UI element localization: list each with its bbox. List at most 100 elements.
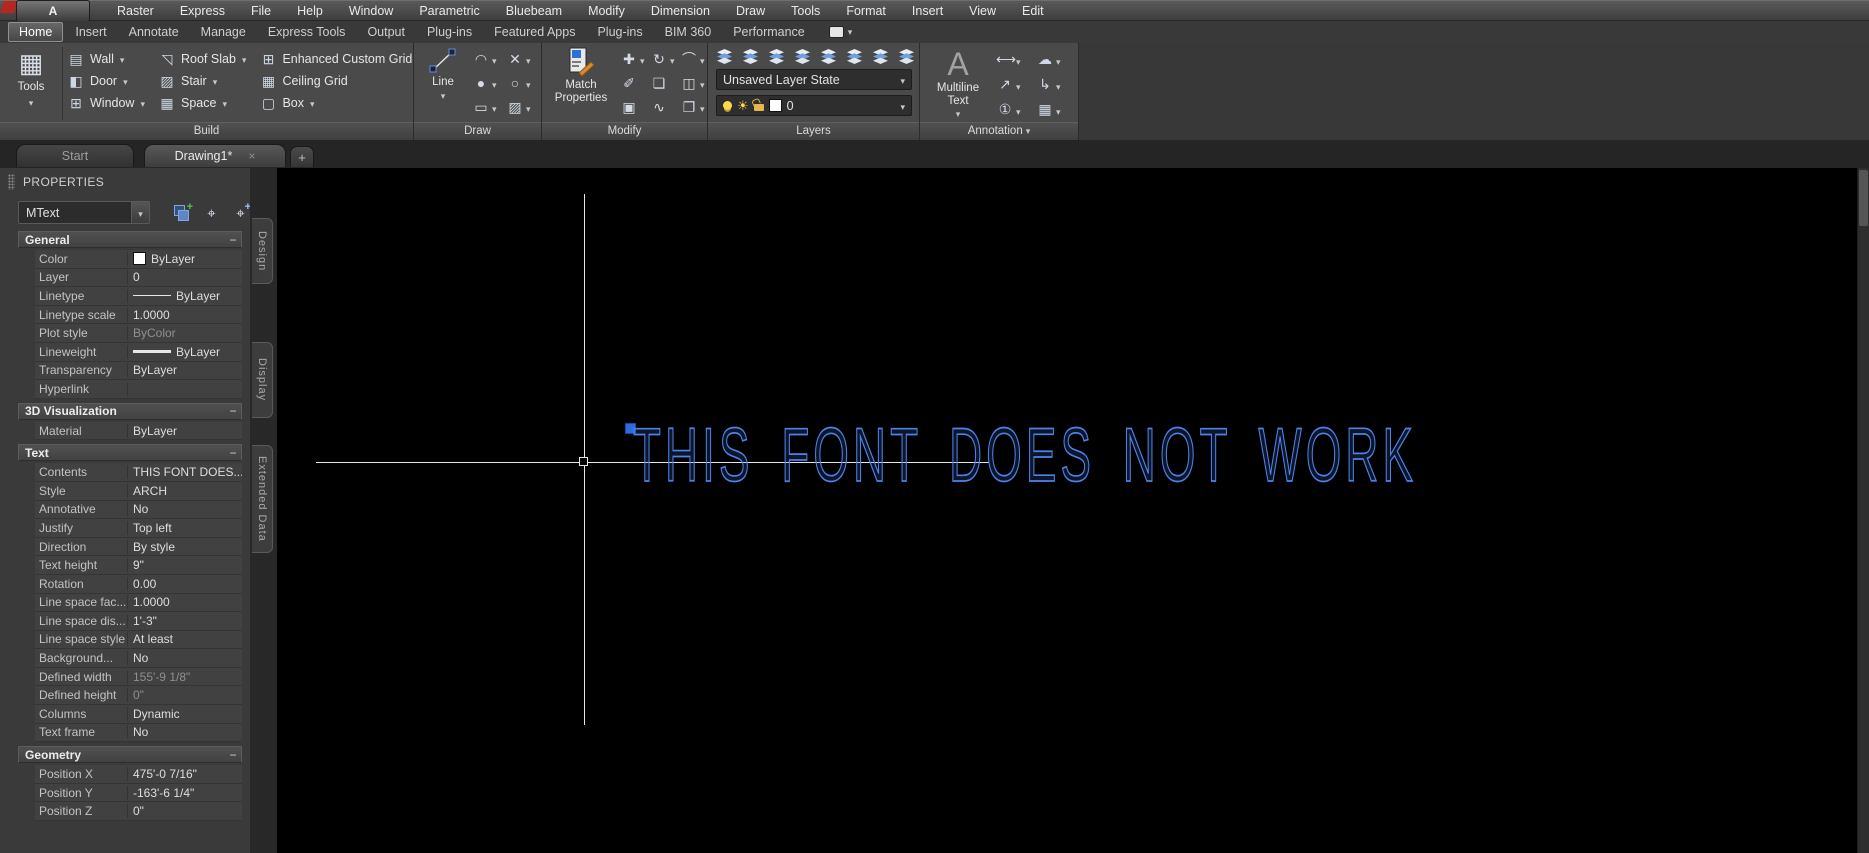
panel-label-modify[interactable]: Modify <box>542 122 707 140</box>
object-type-selector[interactable]: MText <box>18 201 150 224</box>
ribbon-tab-express-tools[interactable]: Express Tools <box>258 23 356 41</box>
circle-button[interactable]: ● <box>472 71 506 95</box>
panel-label-draw[interactable]: Draw <box>414 122 541 140</box>
property-value-text-frame[interactable]: No <box>128 725 242 739</box>
property-value-columns[interactable]: Dynamic <box>128 707 242 721</box>
drawing-canvas[interactable]: THIS FONT DOES NOT WORK <box>277 168 1857 853</box>
draw-order-button[interactable]: ❐ <box>680 95 710 119</box>
revision-cloud-button[interactable]: ☁ <box>1036 47 1076 72</box>
property-value-line-space-fac[interactable]: 1.0000 <box>128 595 242 609</box>
new-drawing-tab-button[interactable]: + <box>290 146 314 167</box>
quick-select-icon[interactable]: + <box>172 201 193 223</box>
property-value-position-y[interactable]: -163'-6 1/4" <box>128 786 242 800</box>
menu-item-format[interactable]: Format <box>833 1 899 21</box>
layer-state-combo[interactable]: Unsaved Layer State <box>716 69 912 90</box>
toggle-pickadd-icon[interactable]: ⌖ <box>201 203 222 223</box>
scrollbar-thumb[interactable] <box>1859 170 1868 226</box>
window-button[interactable]: ⊞ Window <box>68 92 145 114</box>
palette-grip-icon[interactable] <box>8 174 15 190</box>
property-value-material[interactable]: ByLayer <box>128 424 242 438</box>
ribbon-display-toggle-button[interactable] <box>828 26 853 38</box>
current-layer-combo[interactable]: 0 <box>716 95 912 116</box>
property-value-contents[interactable]: THIS FONT DOES... <box>128 465 242 479</box>
property-value-rotation[interactable]: 0.00 <box>128 577 242 591</box>
menu-item-tools[interactable]: Tools <box>778 1 833 21</box>
property-value-linetype-scale[interactable]: 1.0000 <box>128 308 242 322</box>
object-type-dropdown-button[interactable] <box>131 202 149 223</box>
palette-titlebar[interactable]: PROPERTIES <box>0 172 250 192</box>
ribbon-tab-home[interactable]: Home <box>8 22 64 42</box>
collapse-icon[interactable]: − <box>225 446 241 460</box>
property-value-justify[interactable]: Top left <box>128 521 242 535</box>
layer-match-icon[interactable] <box>846 48 863 64</box>
space-button[interactable]: ▦ Space <box>159 92 246 114</box>
canvas-scrollbar[interactable] <box>1857 168 1869 853</box>
property-value-defined-width[interactable]: 155'-9 1/8" <box>128 670 242 684</box>
layer-previous-icon[interactable] <box>872 48 889 64</box>
ribbon-tab-performance[interactable]: Performance <box>723 23 815 41</box>
mirror-button[interactable]: ◫ <box>680 71 710 95</box>
copy-button[interactable]: ❏ <box>650 71 680 95</box>
property-value-color[interactable]: ByLayer <box>128 252 242 266</box>
menu-item-bluebeam[interactable]: Bluebeam <box>493 1 575 21</box>
door-button[interactable]: ◧ Door <box>68 70 145 92</box>
collapse-icon[interactable]: − <box>225 404 241 418</box>
property-value-layer[interactable]: 0 <box>128 270 242 284</box>
tools-button[interactable]: ▦ Tools <box>6 48 56 122</box>
collapse-icon[interactable]: − <box>225 233 241 247</box>
menu-item-help[interactable]: Help <box>284 1 336 21</box>
layer-isolate-icon[interactable] <box>820 48 837 64</box>
wall-button[interactable]: ▤ Wall <box>68 48 145 70</box>
menu-item-draw[interactable]: Draw <box>723 1 778 21</box>
ceiling-grid-button[interactable]: ▦ Ceiling Grid <box>260 70 422 92</box>
stair-button[interactable]: ▨ Stair <box>159 70 246 92</box>
ribbon-tab-featured-apps[interactable]: Featured Apps <box>484 23 585 41</box>
menu-item-parametric[interactable]: Parametric <box>406 1 492 21</box>
menu-item-window[interactable]: Window <box>336 1 406 21</box>
mtext-object[interactable]: THIS FONT DOES NOT WORK <box>632 417 1417 495</box>
property-value-lineweight[interactable]: ByLayer <box>128 345 242 359</box>
table-button[interactable]: ▦ <box>1036 97 1076 122</box>
section-header-geometry[interactable]: Geometry − <box>18 746 242 764</box>
rotate-button[interactable]: ↻ <box>650 47 680 71</box>
close-tab-icon[interactable] <box>248 149 255 163</box>
property-value-position-z[interactable]: 0" <box>128 804 242 818</box>
ribbon-tab-output[interactable]: Output <box>357 23 415 41</box>
property-value-linetype[interactable]: ByLayer <box>128 289 242 303</box>
ellipse-button[interactable]: ○ <box>506 71 540 95</box>
section-header-3d-visualization[interactable]: 3D Visualization − <box>18 402 242 420</box>
menu-item-view[interactable]: View <box>956 1 1009 21</box>
menu-item-edit[interactable]: Edit <box>1009 1 1057 21</box>
ribbon-tab-bim-360[interactable]: BIM 360 <box>655 23 722 41</box>
edit-polyline-button[interactable]: ∿ <box>650 95 680 119</box>
property-value-plot-style[interactable]: ByColor <box>128 326 242 340</box>
leader-button[interactable]: ↳ <box>1036 72 1076 97</box>
match-properties-button[interactable]: Match Properties <box>550 47 612 121</box>
panel-label-build[interactable]: Build <box>0 122 413 140</box>
panel-label-annotation[interactable]: Annotation <box>920 122 1078 140</box>
line-button[interactable]: Line <box>420 47 466 121</box>
property-value-line-space-dis[interactable]: 1'-3" <box>128 614 242 628</box>
menu-item-raster[interactable]: Raster <box>104 1 167 21</box>
section-header-general[interactable]: General − <box>18 231 242 248</box>
layer-off-icon[interactable] <box>742 48 759 64</box>
bubble-callout-button[interactable]: ① <box>996 97 1036 122</box>
ribbon-tab-manage[interactable]: Manage <box>191 23 256 41</box>
hatch-button[interactable]: ▨ <box>506 95 540 119</box>
multiline-text-button[interactable]: A Multiline Text <box>926 46 990 124</box>
collapse-icon[interactable]: − <box>225 748 241 762</box>
3d-tools-button[interactable]: ▣ <box>620 95 650 119</box>
ribbon-tab-plug-ins[interactable]: Plug-ins <box>417 23 482 41</box>
side-tab-extended-data[interactable]: Extended Data <box>252 445 273 553</box>
layer-color-swatch[interactable] <box>768 99 782 112</box>
select-objects-icon[interactable]: ⌖ + <box>230 201 251 223</box>
section-header-text[interactable]: Text − <box>18 444 242 462</box>
dimension-button[interactable]: ⟷ <box>996 47 1036 72</box>
ribbon-tab-annotate[interactable]: Annotate <box>119 23 189 41</box>
property-value-style[interactable]: ARCH <box>128 484 242 498</box>
layer-unlock-icon[interactable] <box>753 104 764 111</box>
ribbon-tab-plug-ins[interactable]: Plug-ins <box>587 23 652 41</box>
property-value-line-space-style[interactable]: At least <box>128 632 242 646</box>
layer-on-icon[interactable] <box>723 101 732 110</box>
app-menu-button[interactable]: A <box>0 0 104 22</box>
